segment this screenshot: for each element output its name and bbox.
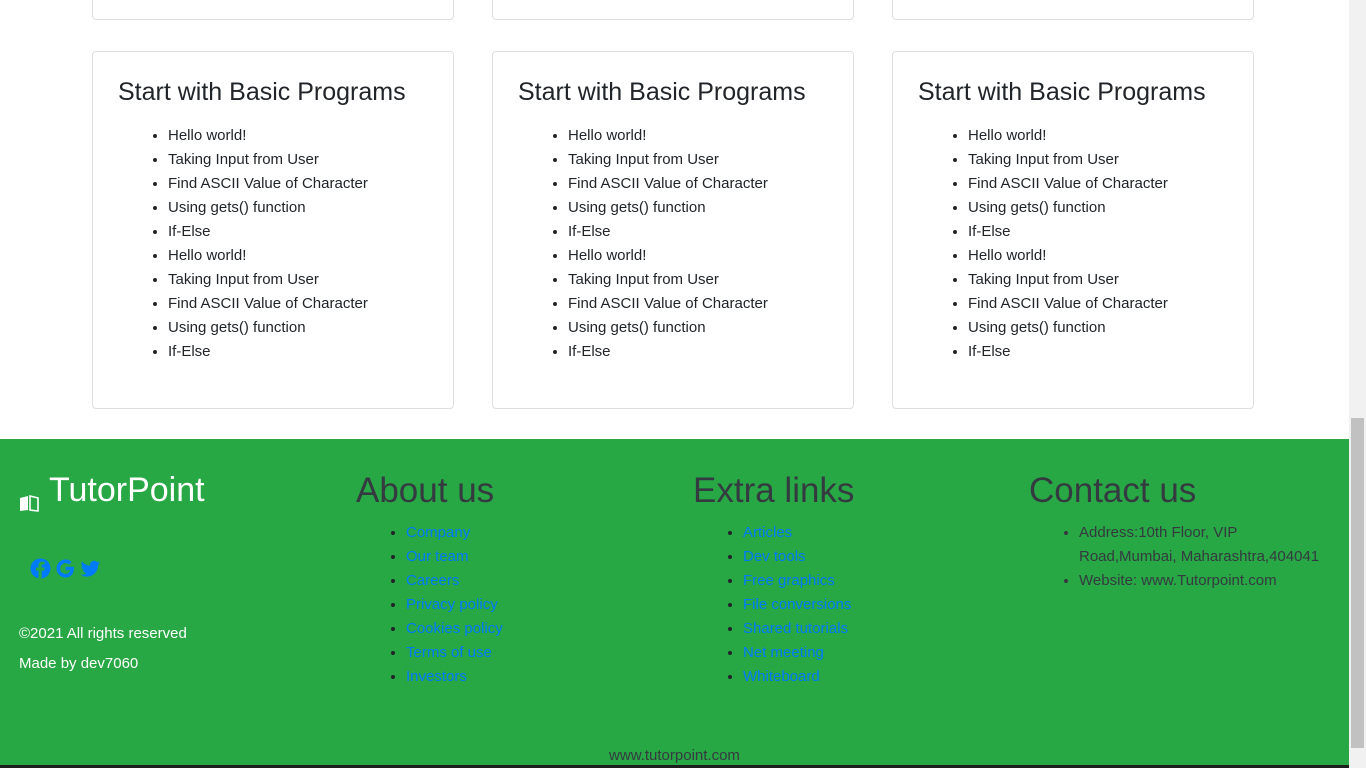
- list-item: Find ASCII Value of Character: [568, 172, 768, 196]
- footer-link[interactable]: Careers: [406, 572, 459, 589]
- footer-credits: ©2021 All rights reserved Made by dev706…: [19, 619, 187, 679]
- list-item: If-Else: [168, 220, 368, 244]
- list-item: Taking Input from User: [968, 148, 1168, 172]
- footer-link[interactable]: Net meeting: [743, 644, 824, 661]
- list-item: Taking Input from User: [168, 268, 368, 292]
- footer-link[interactable]: Free graphics: [743, 572, 835, 589]
- program-card: Start with Basic Programs Hello world!Ta…: [92, 51, 454, 409]
- list-item: Find ASCII Value of Character: [168, 172, 368, 196]
- list-item: If-Else: [568, 340, 768, 364]
- program-list: Hello world!Taking Input from UserFind A…: [568, 124, 768, 364]
- list-item: Taking Input from User: [168, 148, 368, 172]
- list-item: Hello world!: [168, 124, 368, 148]
- site-url: www.tutorpoint.com: [609, 747, 740, 764]
- list-item: If-Else: [968, 220, 1168, 244]
- link-item: Cookies policy: [406, 617, 503, 641]
- card-stub: [492, 0, 854, 20]
- card-title: Start with Basic Programs: [918, 78, 1206, 106]
- extra-links-column: Extra links Articles Dev tools Free graphi…: [693, 471, 854, 689]
- list-item: Using gets() function: [168, 316, 368, 340]
- footer-link[interactable]: Investors: [406, 668, 467, 685]
- footer-link[interactable]: Company: [406, 524, 470, 541]
- list-item: Taking Input from User: [968, 268, 1168, 292]
- list-item: If-Else: [568, 220, 768, 244]
- card-stub: [92, 0, 454, 20]
- link-item: Our team: [406, 545, 503, 569]
- link-item: Privacy policy: [406, 593, 503, 617]
- extra-links-heading: Extra links: [693, 471, 855, 510]
- program-list: Hello world!Taking Input from UserFind A…: [168, 124, 368, 364]
- vertical-scrollbar[interactable]: [1349, 0, 1366, 768]
- list-item: Find ASCII Value of Character: [568, 292, 768, 316]
- list-item: Using gets() function: [968, 196, 1168, 220]
- contact-list: Address:10th Floor, VIP Road,Mumbai, Mah…: [1079, 521, 1329, 593]
- scrollbar-thumb[interactable]: [1351, 418, 1364, 748]
- footer-link[interactable]: Articles: [743, 524, 792, 541]
- google-icon[interactable]: [55, 558, 76, 579]
- link-item: File conversions: [743, 593, 854, 617]
- footer-link[interactable]: Privacy policy: [406, 596, 498, 613]
- footer-link[interactable]: File conversions: [743, 596, 851, 613]
- card-title: Start with Basic Programs: [118, 78, 406, 106]
- footer-link[interactable]: Terms of use: [406, 644, 492, 661]
- card-stub: [892, 0, 1254, 20]
- list-item: Address:10th Floor, VIP Road,Mumbai, Mah…: [1079, 521, 1329, 569]
- brand-name: TutorPoint: [49, 471, 205, 509]
- link-item: Net meeting: [743, 641, 854, 665]
- footer-link[interactable]: Cookies policy: [406, 620, 503, 637]
- about-column: About us Company Our team Careers Privacy p…: [356, 471, 503, 689]
- list-item: Hello world!: [568, 244, 768, 268]
- list-item: Find ASCII Value of Character: [968, 172, 1168, 196]
- about-heading: About us: [356, 471, 495, 510]
- footer-link[interactable]: Whiteboard: [743, 668, 820, 685]
- link-item: Shared tutorials: [743, 617, 854, 641]
- link-item: Dev tools: [743, 545, 854, 569]
- link-item: Free graphics: [743, 569, 854, 593]
- link-item: Investors: [406, 665, 503, 689]
- list-item: If-Else: [168, 340, 368, 364]
- page-viewport: Start with Basic Programs Hello world!Ta…: [0, 0, 1349, 768]
- made-by-text: Made by dev7060: [19, 655, 139, 672]
- contact-column: Contact us Address:10th Floor, VIP Road,…: [1029, 471, 1329, 593]
- extra-links: Articles Dev tools Free graphics File conve…: [743, 521, 854, 689]
- link-item: Whiteboard: [743, 665, 854, 689]
- contact-heading: Contact us: [1029, 471, 1197, 510]
- twitter-icon[interactable]: [80, 558, 101, 579]
- footer-link[interactable]: Dev tools: [743, 548, 806, 565]
- facebook-icon[interactable]: [30, 558, 51, 579]
- list-item: Taking Input from User: [568, 268, 768, 292]
- footer: TutorPoint ©2021 All rights reserved Mad…: [0, 439, 1349, 768]
- list-item: Using gets() function: [568, 316, 768, 340]
- program-card: Start with Basic Programs Hello world!Ta…: [492, 51, 854, 409]
- copyright-text: ©2021 All rights reserved: [19, 625, 187, 642]
- footer-link[interactable]: Our team: [406, 548, 469, 565]
- social-links: [30, 558, 101, 579]
- list-item: Using gets() function: [568, 196, 768, 220]
- program-list: Hello world!Taking Input from UserFind A…: [968, 124, 1168, 364]
- book-icon: [19, 482, 39, 512]
- footer-brand[interactable]: TutorPoint: [19, 471, 205, 512]
- link-item: Company: [406, 521, 503, 545]
- program-card: Start with Basic Programs Hello world!Ta…: [892, 51, 1254, 409]
- list-item: Hello world!: [168, 244, 368, 268]
- list-item: Hello world!: [968, 124, 1168, 148]
- about-links: Company Our team Careers Privacy policy Cook…: [406, 521, 503, 689]
- link-item: Articles: [743, 521, 854, 545]
- list-item: Hello world!: [568, 124, 768, 148]
- list-item: Find ASCII Value of Character: [968, 292, 1168, 316]
- footer-link[interactable]: Shared tutorials: [743, 620, 848, 637]
- list-item: Website: www.Tutorpoint.com: [1079, 569, 1329, 593]
- link-item: Terms of use: [406, 641, 503, 665]
- link-item: Careers: [406, 569, 503, 593]
- list-item: Using gets() function: [968, 316, 1168, 340]
- list-item: Find ASCII Value of Character: [168, 292, 368, 316]
- list-item: Hello world!: [968, 244, 1168, 268]
- list-item: If-Else: [968, 340, 1168, 364]
- list-item: Using gets() function: [168, 196, 368, 220]
- list-item: Taking Input from User: [568, 148, 768, 172]
- card-title: Start with Basic Programs: [518, 78, 806, 106]
